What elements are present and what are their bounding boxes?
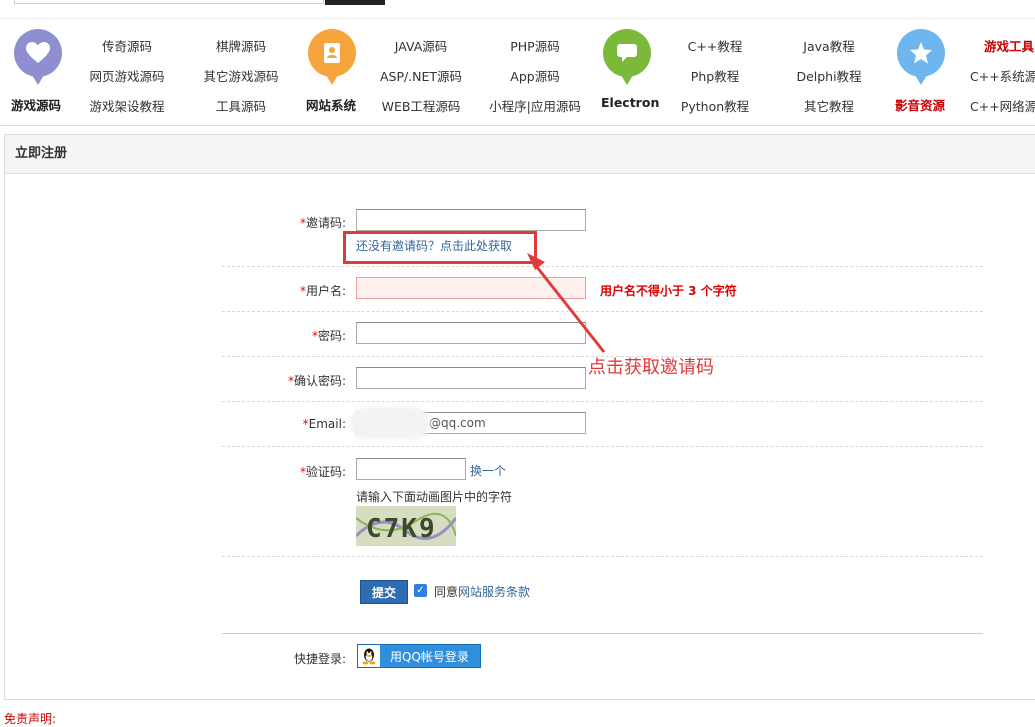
annotation-text: 点击获取邀请码 xyxy=(588,357,714,378)
disclaimer: 免责声明: xyxy=(4,712,57,726)
annotation-arrow xyxy=(527,253,606,353)
